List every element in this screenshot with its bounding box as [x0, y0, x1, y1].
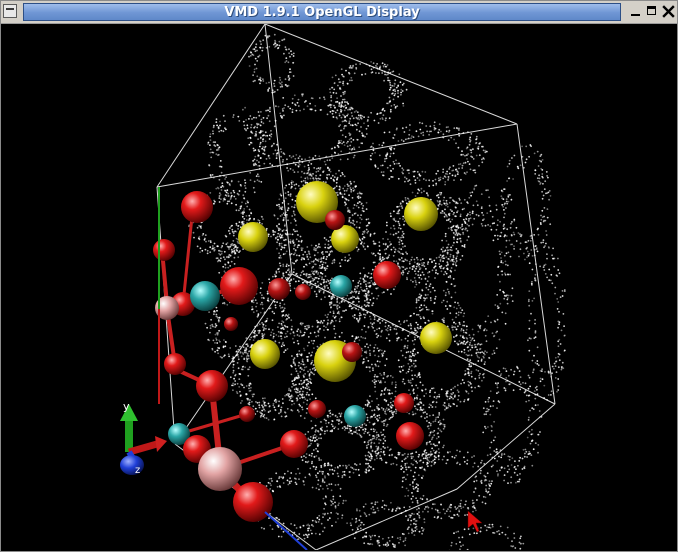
atom	[342, 342, 362, 362]
minimize-icon[interactable]	[629, 4, 643, 19]
atom	[420, 322, 452, 354]
maximize-icon[interactable]	[646, 4, 660, 19]
atom	[153, 239, 175, 261]
atom	[190, 281, 220, 311]
atom	[295, 284, 311, 300]
close-icon[interactable]	[662, 4, 676, 19]
atom	[233, 482, 273, 522]
mouse-cursor-icon	[467, 510, 483, 533]
atom	[330, 275, 352, 297]
atom	[181, 191, 213, 223]
atom	[224, 317, 238, 331]
z-axis-label: z	[135, 465, 140, 476]
atoms	[153, 181, 452, 522]
title-strip[interactable]: VMD 1.9.1 OpenGL Display	[23, 3, 621, 21]
opengl-viewport[interactable]: y z	[7, 24, 673, 550]
atom	[308, 400, 326, 418]
atom	[250, 339, 280, 369]
title-bar[interactable]: VMD 1.9.1 OpenGL Display	[1, 1, 677, 24]
atom	[164, 353, 186, 375]
window-menu-icon[interactable]	[3, 4, 17, 18]
axes-indicator: y z	[120, 187, 308, 550]
atom	[404, 197, 438, 231]
atom	[239, 406, 255, 422]
atom	[396, 422, 424, 450]
window-title: VMD 1.9.1 OpenGL Display	[224, 5, 420, 20]
atom	[268, 278, 290, 300]
atom	[394, 393, 414, 413]
atom	[220, 267, 258, 305]
molecular-scene[interactable]: y z	[7, 24, 673, 550]
atom	[325, 210, 345, 230]
atom	[373, 261, 401, 289]
y-axis-label: y	[123, 400, 130, 413]
vmd-display-window: VMD 1.9.1 OpenGL Display y z	[0, 0, 678, 552]
atom	[344, 405, 366, 427]
atom	[198, 447, 242, 491]
atom	[196, 370, 228, 402]
atom	[238, 222, 268, 252]
atom	[280, 430, 308, 458]
